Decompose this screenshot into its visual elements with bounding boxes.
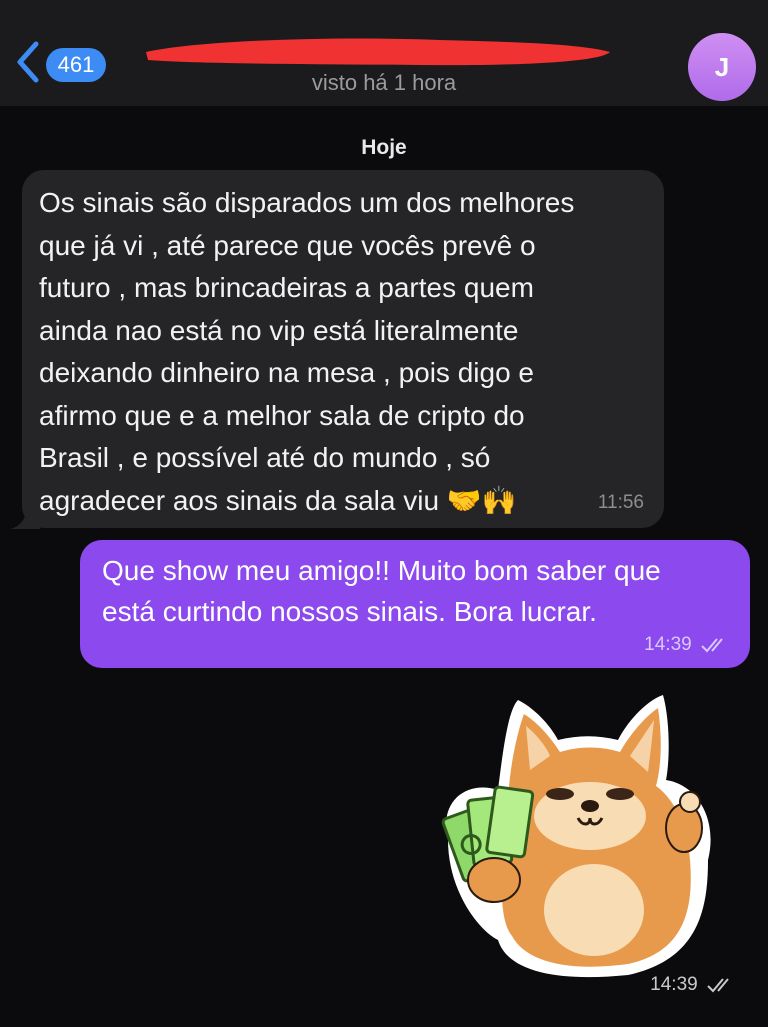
shiba-money-sticker[interactable] xyxy=(408,690,728,980)
outgoing-message-text: Que show meu amigo!! Muito bom saber que… xyxy=(102,555,661,627)
double-check-icon xyxy=(701,638,723,653)
incoming-message-text: Os sinais são disparados um dos melhores… xyxy=(39,187,575,516)
incoming-message-time: 11:56 xyxy=(597,492,644,513)
incoming-message-bubble[interactable]: Os sinais são disparados um dos melhores… xyxy=(22,170,664,528)
redacted-contact-name xyxy=(146,38,610,66)
handshake-raised-hands-emoji: 🤝🙌 xyxy=(446,484,517,516)
date-separator: Hoje xyxy=(361,136,407,159)
outgoing-message-bubble[interactable]: Que show meu amigo!! Muito bom saber que… xyxy=(80,540,750,668)
chat-header: 461 visto há 1 hora J xyxy=(0,0,768,106)
sticker-message-time: 14:39 xyxy=(650,974,734,996)
outgoing-message-time: 14:39 xyxy=(644,634,728,656)
double-check-icon xyxy=(707,978,729,993)
contact-avatar[interactable]: J xyxy=(688,33,756,101)
last-seen-status: visto há 1 hora xyxy=(311,70,457,95)
